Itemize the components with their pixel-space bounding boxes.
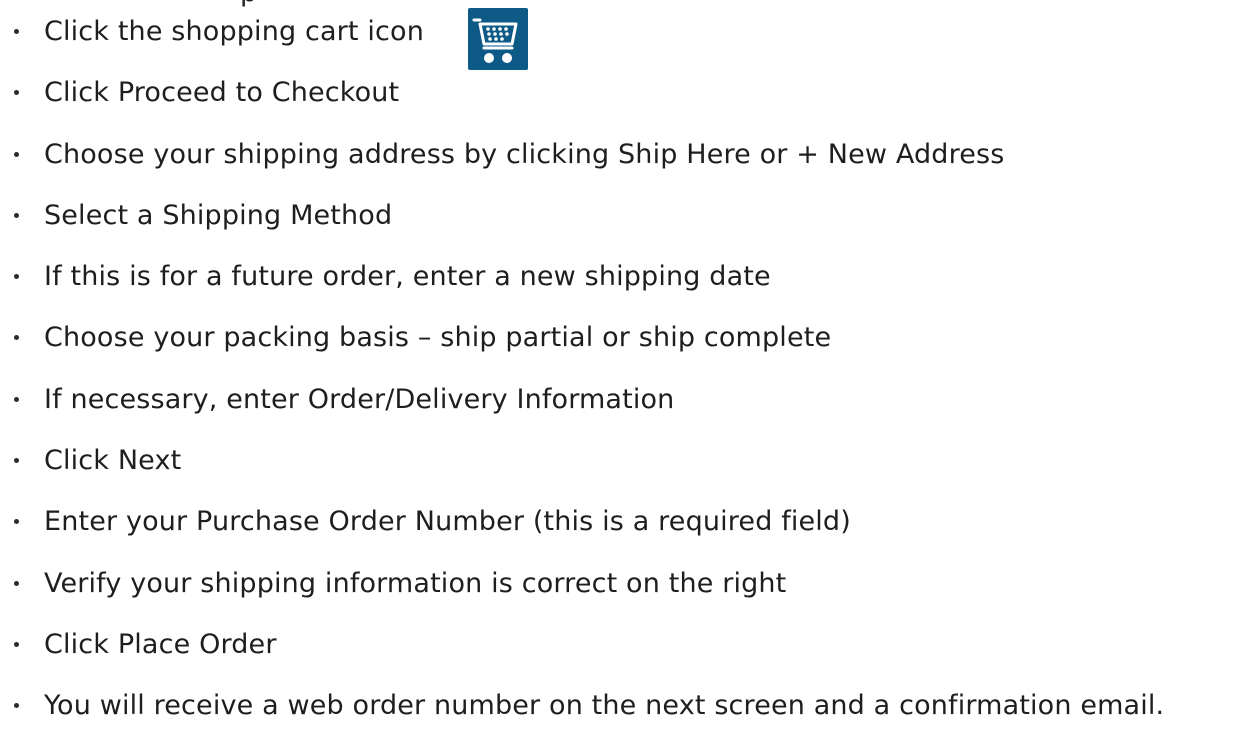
list-item: Click Proceed to Checkout — [0, 76, 1237, 137]
step-text: You will receive a web order number on t… — [44, 690, 1165, 722]
list-item: You will receive a web order number on t… — [0, 689, 1237, 750]
bullet-icon — [14, 29, 19, 34]
list-item: Verify your shipping information is corr… — [0, 567, 1237, 628]
checkout-steps-list: Click the shopping cart icon Click Proce… — [0, 15, 1237, 751]
step-text: Click Proceed to Checkout — [44, 77, 400, 109]
list-item: If this is for a future order, enter a n… — [0, 260, 1237, 321]
list-item: Click Next — [0, 444, 1237, 505]
bullet-icon — [14, 90, 19, 96]
step-text: Click Next — [44, 445, 182, 477]
bullet-icon — [14, 580, 19, 586]
bullet-icon — [14, 519, 19, 525]
step-text: If this is for a future order, enter a n… — [44, 261, 771, 293]
list-item: Select a Shipping Method — [0, 199, 1237, 260]
instructions-page: p — [0, 0, 1237, 734]
cut-off-heading-fragment: p — [240, 0, 257, 8]
step-text: Click Place Order — [44, 628, 277, 660]
list-item: Enter your Purchase Order Number (this i… — [0, 505, 1237, 566]
step-text: Choose your packing basis – ship partial… — [44, 322, 832, 354]
step-text: Click the shopping cart icon — [44, 16, 424, 47]
list-item: Click the shopping cart icon — [0, 15, 1237, 76]
bullet-icon — [14, 274, 19, 280]
bullet-icon — [14, 641, 19, 647]
bullet-icon — [14, 212, 19, 218]
bullet-icon — [14, 703, 19, 709]
list-item: Choose your packing basis – ship partial… — [0, 321, 1237, 382]
list-item: Click Place Order — [0, 628, 1237, 689]
step-text: Verify your shipping information is corr… — [44, 567, 787, 599]
bullet-icon — [14, 151, 19, 157]
step-text: If necessary, enter Order/Delivery Infor… — [44, 383, 675, 415]
list-item: If necessary, enter Order/Delivery Infor… — [0, 383, 1237, 444]
step-text: Select a Shipping Method — [44, 199, 393, 231]
bullet-icon — [14, 335, 19, 341]
step-text: Choose your shipping address by clicking… — [44, 138, 1005, 170]
step-text: Enter your Purchase Order Number (this i… — [44, 506, 851, 538]
bullet-icon — [14, 458, 19, 464]
bullet-icon — [14, 396, 19, 402]
list-item: Choose your shipping address by clicking… — [0, 138, 1237, 199]
